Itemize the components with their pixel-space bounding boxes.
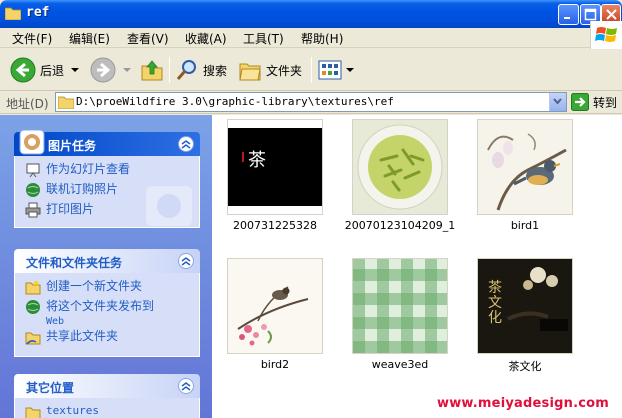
chevron-up-icon (181, 140, 191, 149)
menu-help[interactable]: 帮助(H) (301, 30, 343, 47)
chevron-down-icon[interactable] (345, 67, 355, 73)
bird-painting-image (478, 120, 572, 214)
search-button[interactable]: 搜索 (175, 55, 227, 85)
watermark-camera-icon (146, 186, 192, 226)
thumbnail-20070123104209_1[interactable] (352, 119, 448, 215)
address-bar: 地址(D) D:\proeWildfire 3.0\graphic-librar… (0, 91, 622, 114)
weave-texture-image (353, 259, 447, 353)
search-label: 搜索 (203, 63, 228, 78)
thumbnail-caption[interactable]: 20070123104209_1 (335, 219, 465, 232)
close-icon (606, 9, 617, 20)
chevron-up-icon (181, 382, 191, 391)
windows-logo-icon (590, 21, 622, 49)
picture-tasks-header[interactable]: 图片任务 (14, 129, 200, 156)
window-title: ref (26, 5, 50, 20)
forward-arrow-icon (90, 57, 116, 83)
go-label: 转到 (593, 95, 618, 110)
file-folder-tasks-header[interactable]: 文件和文件夹任务 (14, 249, 200, 273)
chevron-down-icon (553, 98, 562, 105)
thumbnail-weave3ed[interactable] (352, 258, 448, 354)
maximize-icon (584, 8, 597, 21)
thumbnail-bird2[interactable] (227, 258, 323, 354)
address-value: D:\proeWildfire 3.0\graphic-library\text… (76, 95, 394, 108)
menu-favorites[interactable]: 收藏(A) (185, 30, 227, 47)
new-folder-icon (25, 280, 41, 295)
views-button[interactable] (318, 55, 355, 85)
back-button[interactable]: 后退 (10, 55, 80, 85)
task-new-folder[interactable]: 创建一个新文件夹 (25, 279, 199, 299)
up-folder-button[interactable] (140, 55, 164, 85)
share-folder-icon (25, 332, 41, 345)
menu-view[interactable]: 查看(V) (127, 30, 169, 47)
folders-button[interactable]: 文件夹 (238, 55, 302, 85)
picture-task-icon (19, 129, 45, 155)
chevron-up-icon (181, 257, 191, 266)
forward-button[interactable] (90, 55, 132, 85)
file-folder-tasks-panel: 文件和文件夹任务 创建一个新文件夹 将这个文件夹发布到 Web 共享此文件夹 (14, 249, 200, 357)
toolbar: 后退 搜索 文件夹 (0, 49, 622, 91)
place-textures[interactable]: textures (25, 404, 199, 418)
collapse-button[interactable] (178, 378, 194, 394)
thumbnail-view[interactable]: 茶 200731225328 20070123104209_1 bird1 bi… (212, 115, 622, 418)
thumbnail-200731225328[interactable]: 茶 (227, 119, 323, 215)
folder-icon (5, 7, 21, 20)
thumbnail-bird1[interactable] (477, 119, 573, 215)
menu-file[interactable]: 文件(F) (12, 30, 52, 47)
title-bar[interactable]: ref (0, 0, 622, 28)
other-places-panel: 其它位置 textures (14, 374, 200, 418)
other-places-title: 其它位置 (26, 381, 75, 395)
tea-bowl-image (353, 120, 447, 214)
file-folder-tasks-body: 创建一个新文件夹 将这个文件夹发布到 Web 共享此文件夹 (14, 273, 200, 357)
go-button[interactable]: 转到 (571, 93, 617, 111)
folders-label: 文件夹 (266, 63, 303, 78)
file-folder-tasks-title: 文件和文件夹任务 (26, 256, 123, 270)
back-arrow-icon (10, 57, 36, 83)
bird-blossom-image (228, 259, 322, 353)
go-arrow-icon (571, 93, 589, 111)
thumbnail-caption[interactable]: 200731225328 (210, 219, 340, 232)
folder-icon (58, 96, 74, 109)
minimize-button[interactable] (558, 4, 579, 25)
collapse-button[interactable] (178, 136, 194, 152)
publish-web-icon (26, 300, 40, 314)
menu-edit[interactable]: 编辑(E) (69, 30, 110, 47)
task-pane: 图片任务 作为幻灯片查看 联机订购照片 打印图片 文件和文件夹任务 创建一个新文… (0, 115, 212, 418)
printer-icon (25, 202, 41, 218)
task-publish-web[interactable]: 将这个文件夹发布到 Web (25, 299, 199, 329)
address-label: 地址(D) (6, 97, 49, 111)
search-icon (176, 60, 196, 80)
other-places-body: textures (14, 398, 200, 418)
address-dropdown-button[interactable] (549, 93, 566, 111)
other-places-header[interactable]: 其它位置 (14, 374, 200, 398)
collapse-button[interactable] (178, 253, 194, 269)
site-watermark: www.meiyadesign.com (437, 396, 610, 411)
picture-tasks-panel: 图片任务 作为幻灯片查看 联机订购照片 打印图片 (14, 129, 200, 228)
up-folder-icon (141, 60, 163, 81)
thumbnail-tea-culture[interactable]: 茶文化 (477, 258, 573, 354)
picture-tasks-title: 图片任务 (48, 139, 97, 153)
address-input[interactable]: D:\proeWildfire 3.0\graphic-library\text… (55, 92, 567, 112)
minimize-icon (564, 17, 570, 19)
back-label: 后退 (40, 63, 65, 78)
thumbnail-caption[interactable]: bird2 (210, 358, 340, 371)
thumbnail-caption[interactable]: weave3ed (335, 358, 465, 371)
views-icon (318, 60, 342, 80)
folders-icon (239, 63, 261, 81)
slideshow-icon (26, 163, 40, 178)
thumbnail-caption[interactable]: 茶文化 (460, 358, 590, 374)
menu-bar: 文件(F) 编辑(E) 查看(V) 收藏(A) 工具(T) 帮助(H) (0, 28, 622, 48)
globe-icon (26, 183, 40, 197)
chevron-down-icon[interactable] (122, 67, 132, 73)
task-share-folder[interactable]: 共享此文件夹 (25, 329, 199, 349)
thumbnail-caption[interactable]: bird1 (460, 219, 590, 232)
chevron-down-icon[interactable] (70, 67, 80, 73)
menu-tools[interactable]: 工具(T) (243, 30, 284, 47)
folder-icon (25, 407, 41, 418)
